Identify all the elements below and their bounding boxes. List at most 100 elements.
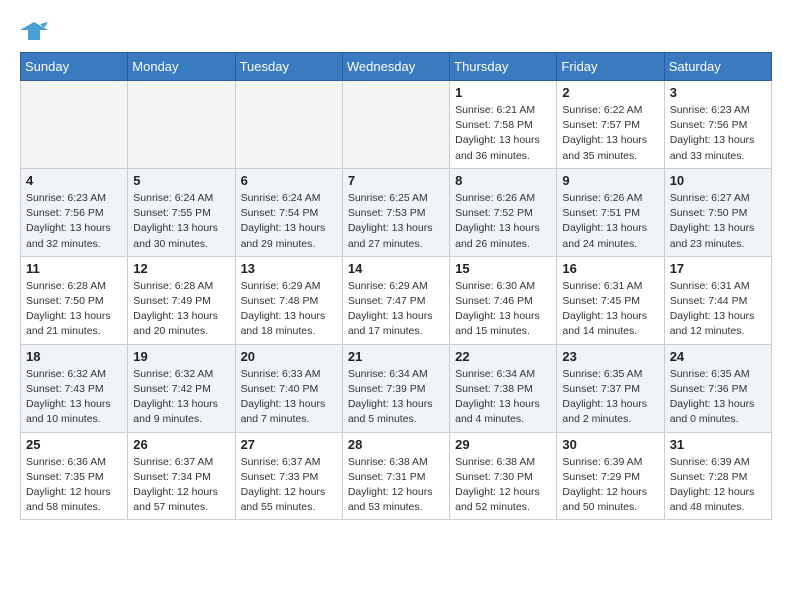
calendar-header-thursday: Thursday (450, 53, 557, 81)
calendar-cell-day-17: 17 Sunrise: 6:31 AMSunset: 7:44 PMDayligh… (664, 256, 771, 344)
day-number: 3 (670, 85, 766, 100)
calendar-cell-day-3: 3 Sunrise: 6:23 AMSunset: 7:56 PMDaylight… (664, 81, 771, 169)
calendar-cell-day-27: 27 Sunrise: 6:37 AMSunset: 7:33 PMDayligh… (235, 432, 342, 520)
day-number: 11 (26, 261, 122, 276)
calendar-cell-day-11: 11 Sunrise: 6:28 AMSunset: 7:50 PMDayligh… (21, 256, 128, 344)
day-number: 14 (348, 261, 444, 276)
day-number: 19 (133, 349, 229, 364)
calendar-cell-day-26: 26Sunrise: 6:37 AMSunset: 7:34 PMDayligh… (128, 432, 235, 520)
calendar-cell-day-29: 29 Sunrise: 6:38 AMSunset: 7:30 PMDayligh… (450, 432, 557, 520)
calendar-cell-day-21: 21 Sunrise: 6:34 AMSunset: 7:39 PMDayligh… (342, 344, 449, 432)
day-info: Sunrise: 6:26 AMSunset: 7:51 PMDaylight:… (562, 191, 658, 252)
calendar-cell-day-9: 9 Sunrise: 6:26 AMSunset: 7:51 PMDaylight… (557, 168, 664, 256)
calendar-cell-day-12: 12Sunrise: 6:28 AMSunset: 7:49 PMDayligh… (128, 256, 235, 344)
calendar-cell-empty (128, 81, 235, 169)
calendar-cell-day-18: 18 Sunrise: 6:32 AMSunset: 7:43 PMDayligh… (21, 344, 128, 432)
calendar-cell-day-28: 28 Sunrise: 6:38 AMSunset: 7:31 PMDayligh… (342, 432, 449, 520)
day-info: Sunrise: 6:25 AMSunset: 7:53 PMDaylight:… (348, 191, 444, 252)
calendar-header-tuesday: Tuesday (235, 53, 342, 81)
day-info: Sunrise: 6:37 AMSunset: 7:33 PMDaylight:… (241, 455, 337, 516)
calendar-cell-day-30: 30 Sunrise: 6:39 AMSunset: 7:29 PMDayligh… (557, 432, 664, 520)
calendar-header-sunday: Sunday (21, 53, 128, 81)
calendar-cell-day-13: 13Sunrise: 6:29 AMSunset: 7:48 PMDayligh… (235, 256, 342, 344)
calendar-header-saturday: Saturday (664, 53, 771, 81)
header (20, 20, 772, 42)
calendar-header-row: SundayMondayTuesdayWednesdayThursdayFrid… (21, 53, 772, 81)
day-number: 22 (455, 349, 551, 364)
day-info: Sunrise: 6:30 AMSunset: 7:46 PMDaylight:… (455, 279, 551, 340)
day-info: Sunrise: 6:31 AMSunset: 7:44 PMDaylight:… (670, 279, 766, 340)
day-info: Sunrise: 6:32 AMSunset: 7:43 PMDaylight:… (26, 367, 122, 428)
day-number: 4 (26, 173, 122, 188)
day-number: 15 (455, 261, 551, 276)
calendar-cell-day-1: 1Sunrise: 6:21 AMSunset: 7:58 PMDaylight… (450, 81, 557, 169)
calendar-cell-day-8: 8 Sunrise: 6:26 AMSunset: 7:52 PMDaylight… (450, 168, 557, 256)
day-info: Sunrise: 6:23 AMSunset: 7:56 PMDaylight:… (670, 103, 766, 164)
day-number: 1 (455, 85, 551, 100)
calendar-cell-day-25: 25Sunrise: 6:36 AMSunset: 7:35 PMDayligh… (21, 432, 128, 520)
day-info: Sunrise: 6:28 AMSunset: 7:50 PMDaylight:… (26, 279, 122, 340)
calendar-header-friday: Friday (557, 53, 664, 81)
calendar-cell-day-23: 23 Sunrise: 6:35 AMSunset: 7:37 PMDayligh… (557, 344, 664, 432)
logo-icon (20, 20, 48, 42)
calendar-week-2: 4 Sunrise: 6:23 AMSunset: 7:56 PMDaylight… (21, 168, 772, 256)
day-number: 10 (670, 173, 766, 188)
day-info: Sunrise: 6:29 AMSunset: 7:48 PMDaylight:… (241, 279, 337, 340)
day-info: Sunrise: 6:29 AMSunset: 7:47 PMDaylight:… (348, 279, 444, 340)
day-number: 27 (241, 437, 337, 452)
calendar-cell-day-16: 16Sunrise: 6:31 AMSunset: 7:45 PMDayligh… (557, 256, 664, 344)
day-info: Sunrise: 6:34 AMSunset: 7:39 PMDaylight:… (348, 367, 444, 428)
day-number: 17 (670, 261, 766, 276)
day-info: Sunrise: 6:27 AMSunset: 7:50 PMDaylight:… (670, 191, 766, 252)
day-number: 12 (133, 261, 229, 276)
day-info: Sunrise: 6:26 AMSunset: 7:52 PMDaylight:… (455, 191, 551, 252)
day-number: 28 (348, 437, 444, 452)
day-info: Sunrise: 6:22 AMSunset: 7:57 PMDaylight:… (562, 103, 658, 164)
calendar-week-3: 11 Sunrise: 6:28 AMSunset: 7:50 PMDayligh… (21, 256, 772, 344)
calendar-cell-empty (21, 81, 128, 169)
day-number: 31 (670, 437, 766, 452)
day-number: 29 (455, 437, 551, 452)
calendar-week-4: 18 Sunrise: 6:32 AMSunset: 7:43 PMDayligh… (21, 344, 772, 432)
day-info: Sunrise: 6:32 AMSunset: 7:42 PMDaylight:… (133, 367, 229, 428)
day-number: 20 (241, 349, 337, 364)
day-info: Sunrise: 6:35 AMSunset: 7:36 PMDaylight:… (670, 367, 766, 428)
day-number: 24 (670, 349, 766, 364)
day-number: 6 (241, 173, 337, 188)
calendar-cell-day-4: 4 Sunrise: 6:23 AMSunset: 7:56 PMDaylight… (21, 168, 128, 256)
calendar-cell-day-22: 22 Sunrise: 6:34 AMSunset: 7:38 PMDayligh… (450, 344, 557, 432)
day-info: Sunrise: 6:38 AMSunset: 7:31 PMDaylight:… (348, 455, 444, 516)
day-info: Sunrise: 6:39 AMSunset: 7:29 PMDaylight:… (562, 455, 658, 516)
calendar-cell-day-19: 19 Sunrise: 6:32 AMSunset: 7:42 PMDayligh… (128, 344, 235, 432)
day-number: 5 (133, 173, 229, 188)
day-info: Sunrise: 6:34 AMSunset: 7:38 PMDaylight:… (455, 367, 551, 428)
day-number: 2 (562, 85, 658, 100)
day-number: 7 (348, 173, 444, 188)
calendar-cell-day-31: 31Sunrise: 6:39 AMSunset: 7:28 PMDayligh… (664, 432, 771, 520)
day-number: 21 (348, 349, 444, 364)
calendar-cell-day-2: 2 Sunrise: 6:22 AMSunset: 7:57 PMDaylight… (557, 81, 664, 169)
calendar-cell-empty (342, 81, 449, 169)
calendar-week-1: 1Sunrise: 6:21 AMSunset: 7:58 PMDaylight… (21, 81, 772, 169)
day-number: 26 (133, 437, 229, 452)
calendar-cell-day-6: 6 Sunrise: 6:24 AMSunset: 7:54 PMDaylight… (235, 168, 342, 256)
day-info: Sunrise: 6:38 AMSunset: 7:30 PMDaylight:… (455, 455, 551, 516)
calendar-cell-day-10: 10 Sunrise: 6:27 AMSunset: 7:50 PMDayligh… (664, 168, 771, 256)
day-number: 30 (562, 437, 658, 452)
calendar-cell-day-15: 15 Sunrise: 6:30 AMSunset: 7:46 PMDayligh… (450, 256, 557, 344)
calendar-cell-day-7: 7 Sunrise: 6:25 AMSunset: 7:53 PMDaylight… (342, 168, 449, 256)
day-number: 9 (562, 173, 658, 188)
calendar-cell-day-5: 5Sunrise: 6:24 AMSunset: 7:55 PMDaylight… (128, 168, 235, 256)
day-number: 16 (562, 261, 658, 276)
day-info: Sunrise: 6:35 AMSunset: 7:37 PMDaylight:… (562, 367, 658, 428)
calendar-cell-day-14: 14 Sunrise: 6:29 AMSunset: 7:47 PMDayligh… (342, 256, 449, 344)
day-number: 18 (26, 349, 122, 364)
calendar-table: SundayMondayTuesdayWednesdayThursdayFrid… (20, 52, 772, 520)
day-info: Sunrise: 6:33 AMSunset: 7:40 PMDaylight:… (241, 367, 337, 428)
day-info: Sunrise: 6:24 AMSunset: 7:54 PMDaylight:… (241, 191, 337, 252)
day-info: Sunrise: 6:36 AMSunset: 7:35 PMDaylight:… (26, 455, 122, 516)
day-number: 23 (562, 349, 658, 364)
calendar-cell-day-20: 20 Sunrise: 6:33 AMSunset: 7:40 PMDayligh… (235, 344, 342, 432)
day-info: Sunrise: 6:23 AMSunset: 7:56 PMDaylight:… (26, 191, 122, 252)
day-number: 8 (455, 173, 551, 188)
